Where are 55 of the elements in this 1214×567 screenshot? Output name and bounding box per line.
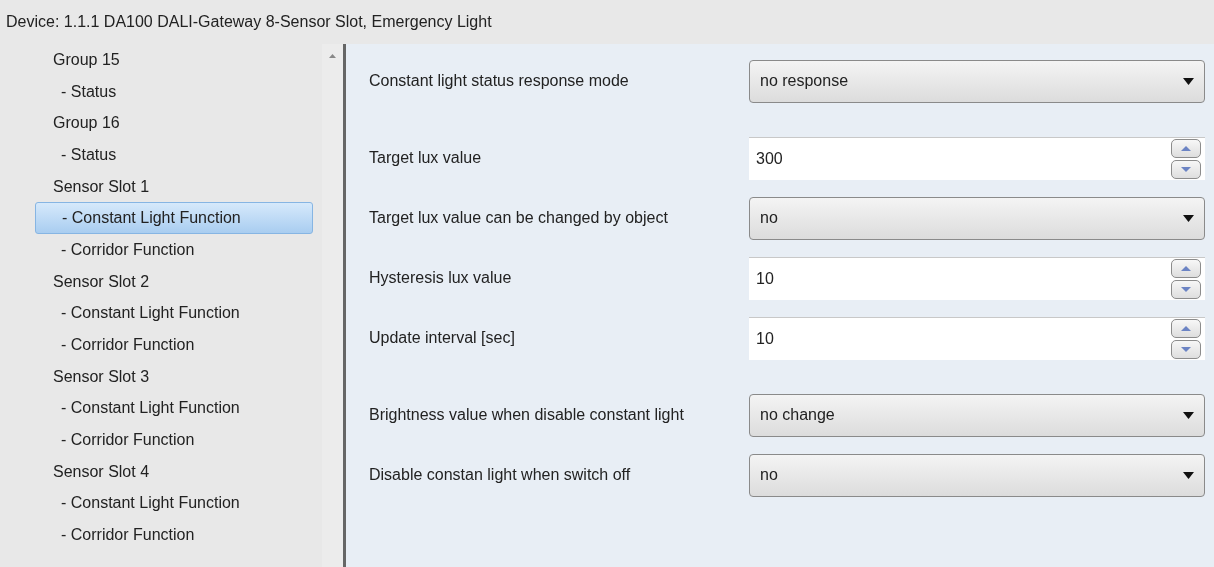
spin-up-button[interactable]	[1171, 138, 1201, 158]
dropdown-value: no change	[760, 405, 835, 425]
parameter-label: Constant light status response mode	[369, 71, 630, 91]
caret-icon	[1183, 214, 1194, 222]
tree-item[interactable]: - Constant Light Function	[35, 297, 313, 330]
spin-down-button[interactable]	[1171, 339, 1201, 359]
parameter-label: Disable constan light when switch off	[369, 465, 632, 485]
tree-item[interactable]: - Corridor Function	[35, 329, 313, 361]
spin-down-button[interactable]	[1171, 159, 1201, 179]
scroll-up-icon	[329, 54, 336, 58]
parameter-label: Update interval [sec]	[369, 328, 516, 348]
tree-item[interactable]: Group 15	[35, 44, 313, 76]
spin-down-button[interactable]	[1171, 279, 1201, 299]
up-triangle-icon	[1181, 265, 1191, 271]
tree-item[interactable]: - Corridor Function	[35, 234, 313, 266]
parameter-label: Target lux value can be changed by object	[369, 208, 669, 228]
down-triangle-icon	[1181, 286, 1191, 292]
tree-item[interactable]: - Constant Light Function	[35, 487, 313, 520]
parameter-label: Brightness value when disable constant light	[369, 405, 685, 425]
tree-item[interactable]: Sensor Slot 3	[35, 360, 313, 393]
dropdown[interactable]: no change	[749, 393, 1205, 437]
tree-item[interactable]: - Corridor Function	[35, 519, 313, 551]
tree-item[interactable]: - Constant Light Function	[35, 202, 313, 235]
number-field[interactable]: 10	[749, 316, 1205, 360]
down-triangle-icon	[1181, 166, 1191, 172]
number-value: 10	[756, 328, 774, 349]
tree-item[interactable]: - Status	[35, 75, 313, 108]
up-triangle-icon	[1181, 145, 1191, 151]
tree-item[interactable]: Sensor Slot 4	[35, 455, 313, 488]
dropdown-value: no	[760, 208, 778, 228]
tree-item[interactable]: - Status	[35, 139, 313, 171]
tree-item[interactable]: Group 16	[35, 107, 313, 140]
parameter-label: Target lux value	[369, 148, 483, 168]
dropdown[interactable]: no response	[749, 59, 1205, 103]
caret-icon	[1183, 411, 1194, 419]
dropdown-value: no	[760, 465, 778, 485]
dropdown[interactable]: no	[749, 196, 1205, 240]
down-triangle-icon	[1181, 346, 1191, 352]
tree-item[interactable]: Sensor Slot 2	[35, 265, 313, 298]
number-field[interactable]: 10	[749, 256, 1205, 300]
tree-item[interactable]: - Constant Light Function	[35, 392, 313, 425]
parameter-label: Hysteresis lux value	[369, 268, 513, 288]
caret-icon	[1183, 77, 1194, 85]
tree-item[interactable]: Sensor Slot 1	[35, 170, 313, 203]
tree-item[interactable]: - Corridor Function	[35, 424, 313, 456]
spin-up-button[interactable]	[1171, 258, 1201, 278]
up-triangle-icon	[1181, 325, 1191, 331]
number-value: 10	[756, 268, 774, 289]
spin-up-button[interactable]	[1171, 318, 1201, 338]
dropdown[interactable]: no	[749, 453, 1205, 497]
window-title: Device: 1.1.1 DA100 DALI-Gateway 8-Sensor Slot, Emergency Light	[5, 12, 493, 32]
number-field[interactable]: 300	[749, 136, 1205, 180]
dropdown-value: no response	[760, 71, 849, 91]
caret-icon	[1183, 471, 1194, 479]
number-value: 300	[756, 148, 783, 169]
